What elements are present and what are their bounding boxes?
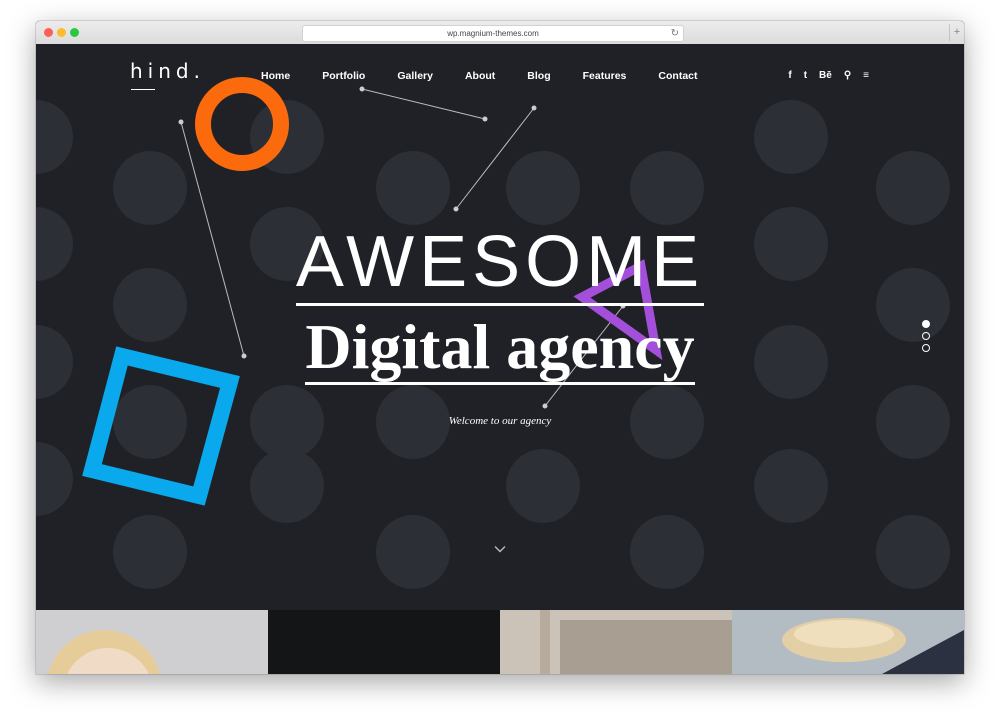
minimize-window-button[interactable] — [57, 28, 66, 37]
orange-ring-shape — [195, 77, 289, 171]
new-tab-icon[interactable]: + — [949, 24, 964, 41]
facebook-icon[interactable]: f — [788, 70, 791, 82]
connector-node — [531, 105, 537, 111]
social-links: f t Bē ⚲ ≡ — [776, 70, 869, 82]
chevron-down-icon[interactable] — [494, 543, 506, 555]
nav-item-about[interactable]: About — [465, 70, 495, 82]
portfolio-strip — [36, 610, 964, 674]
connector-line — [361, 88, 486, 120]
address-bar[interactable]: wp.magnium-themes.com ↻ — [302, 25, 684, 42]
connector-node — [542, 403, 548, 409]
menu-icon[interactable]: ≡ — [863, 70, 869, 82]
reload-icon[interactable]: ↻ — [671, 26, 679, 41]
connector-line — [455, 107, 535, 210]
hero-tagline: Welcome to our agency — [448, 415, 552, 427]
portfolio-thumbnail[interactable] — [732, 610, 964, 674]
browser-titlebar: wp.magnium-themes.com ↻ + — [36, 21, 964, 45]
slider-dot-2[interactable] — [922, 332, 930, 340]
logo-underline — [131, 89, 155, 90]
nav-item-contact[interactable]: Contact — [658, 70, 697, 82]
connector-node — [482, 116, 488, 122]
behance-icon[interactable]: Bē — [819, 70, 832, 82]
portfolio-thumbnail[interactable] — [268, 610, 500, 674]
portfolio-thumbnail[interactable] — [36, 610, 268, 674]
address-bar-url: wp.magnium-themes.com — [447, 29, 539, 38]
hero-headline: AWESOME — [36, 222, 964, 306]
browser-window: wp.magnium-themes.com ↻ + hind. Home Por… — [36, 21, 964, 674]
nav-item-portfolio[interactable]: Portfolio — [322, 70, 365, 82]
slider-dot-1[interactable] — [922, 320, 930, 328]
search-icon[interactable]: ⚲ — [844, 70, 851, 82]
connector-node — [359, 86, 365, 92]
connector-node — [178, 119, 184, 125]
hero-subheadline: Digital agency — [36, 310, 964, 385]
zoom-window-button[interactable] — [70, 28, 79, 37]
slider-pagination — [922, 320, 930, 356]
connector-node — [453, 206, 459, 212]
nav-item-features[interactable]: Features — [583, 70, 627, 82]
slider-dot-3[interactable] — [922, 344, 930, 352]
hero-subheadline-text: Digital agency — [305, 311, 695, 385]
hero-headline-text: AWESOME — [295, 222, 705, 306]
nav-item-gallery[interactable]: Gallery — [397, 70, 433, 82]
hero-section: hind. Home Portfolio Gallery About Blog … — [36, 44, 964, 610]
portfolio-thumbnail[interactable] — [500, 610, 732, 674]
twitter-icon[interactable]: t — [804, 70, 807, 82]
portrait-image — [48, 630, 160, 674]
product-image — [500, 610, 732, 674]
main-navigation: Home Portfolio Gallery About Blog Featur… — [261, 70, 730, 82]
nav-item-blog[interactable]: Blog — [527, 70, 550, 82]
tape-roll-image — [732, 610, 964, 674]
nav-item-home[interactable]: Home — [261, 70, 290, 82]
site-logo[interactable]: hind. — [130, 59, 205, 83]
close-window-button[interactable] — [44, 28, 53, 37]
